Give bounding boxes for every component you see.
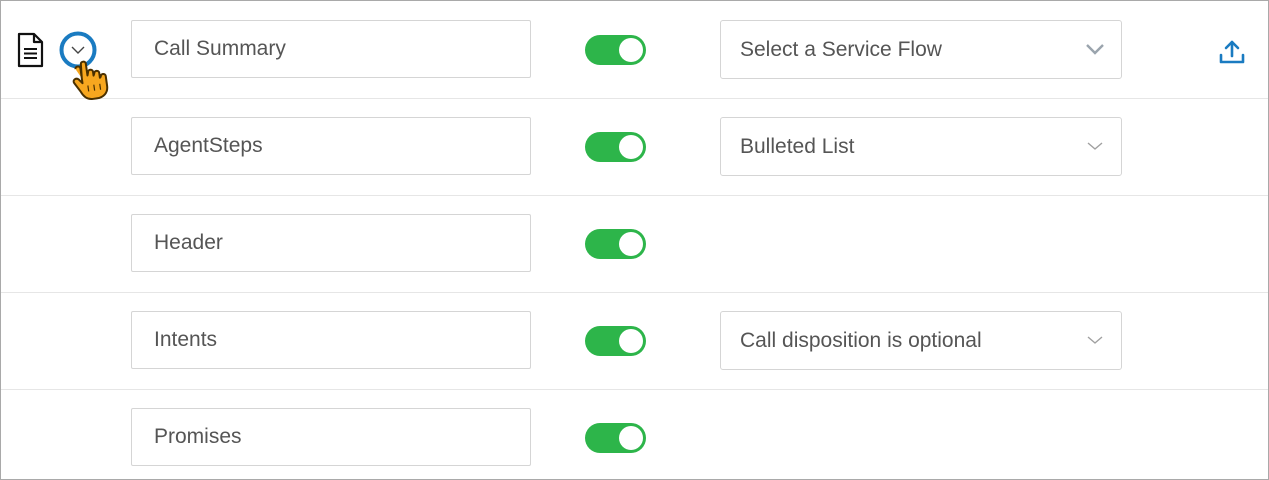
section-row: Select a Service Flow xyxy=(1,1,1268,99)
upload-icon[interactable] xyxy=(1219,39,1245,70)
service-flow-select[interactable]: Select a Service Flow xyxy=(720,20,1122,79)
section-row: Call disposition is optional xyxy=(1,292,1268,390)
section-enabled-toggle[interactable] xyxy=(585,35,646,65)
section-list-panel: Select a Service Flow Bulleted List xyxy=(0,0,1269,480)
toggle-knob xyxy=(619,38,643,62)
format-select[interactable]: Bulleted List xyxy=(720,117,1122,176)
section-row xyxy=(1,389,1268,479)
section-row xyxy=(1,195,1268,293)
chevron-down-icon xyxy=(1087,336,1103,344)
expand-toggle-button[interactable] xyxy=(59,31,97,69)
section-name-input[interactable] xyxy=(131,214,531,272)
section-enabled-toggle[interactable] xyxy=(585,423,646,453)
section-name-input[interactable] xyxy=(131,311,531,369)
chevron-down-icon xyxy=(1087,142,1103,150)
section-enabled-toggle[interactable] xyxy=(585,132,646,162)
section-name-input[interactable] xyxy=(131,408,531,466)
select-value: Bulleted List xyxy=(740,135,855,158)
select-value: Call disposition is optional xyxy=(740,329,982,352)
document-icon xyxy=(15,32,45,73)
toggle-knob xyxy=(619,135,643,159)
toggle-knob xyxy=(619,232,643,256)
toggle-knob xyxy=(619,426,643,450)
chevron-down-icon xyxy=(59,31,97,69)
select-value: Select a Service Flow xyxy=(740,38,942,61)
section-name-input[interactable] xyxy=(131,20,531,78)
toggle-knob xyxy=(619,329,643,353)
section-enabled-toggle[interactable] xyxy=(585,326,646,356)
section-name-input[interactable] xyxy=(131,117,531,175)
section-row: Bulleted List xyxy=(1,98,1268,196)
section-enabled-toggle[interactable] xyxy=(585,229,646,259)
chevron-down-icon xyxy=(1086,44,1104,55)
call-disposition-select[interactable]: Call disposition is optional xyxy=(720,311,1122,370)
